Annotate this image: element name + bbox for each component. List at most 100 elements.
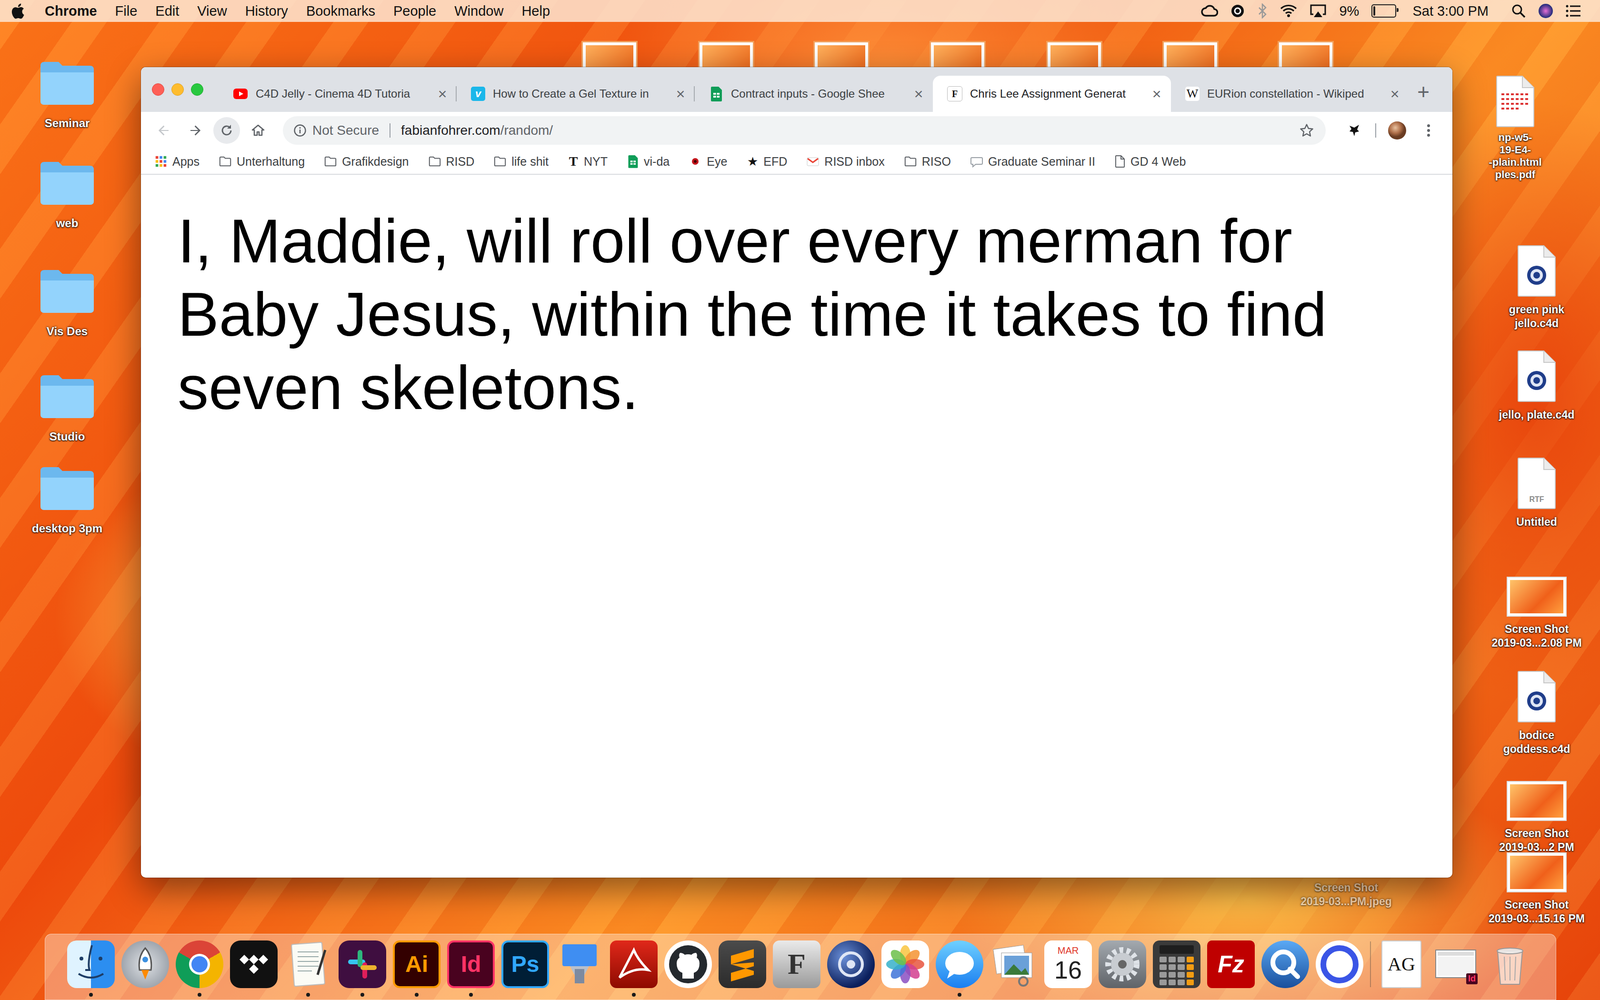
profile-button[interactable] [1383, 117, 1411, 144]
folder-label[interactable]: Studio [49, 429, 86, 444]
dock-item[interactable] [827, 940, 875, 989]
browser-tab[interactable]: FChris Lee Assignment Generat× [932, 75, 1171, 112]
dock-item[interactable] [230, 940, 278, 989]
menu-item[interactable]: Help [521, 3, 550, 20]
calculator-icon[interactable] [1152, 940, 1201, 989]
chrome-icon[interactable] [175, 940, 224, 989]
textedit-icon[interactable] [284, 940, 332, 989]
fontbook-icon[interactable]: AG [1381, 940, 1422, 989]
chrome-menu-button[interactable] [1415, 117, 1442, 144]
menu-item[interactable]: People [393, 3, 437, 20]
folder-label[interactable]: Seminar [44, 116, 90, 130]
tidal-icon[interactable] [230, 940, 278, 989]
dock-item[interactable]: MAR16 [1044, 940, 1092, 989]
tab-close-button[interactable]: × [672, 86, 689, 102]
fontlab-icon[interactable]: F [772, 940, 821, 989]
dock-item[interactable]: F [772, 940, 821, 989]
screenshot-stack-icon[interactable]: Id [1431, 940, 1480, 989]
bookmark[interactable]: life shit [493, 154, 549, 169]
desktop-file[interactable]: jello, plate.c4d [1479, 350, 1594, 422]
dock-item[interactable] [284, 940, 332, 989]
desktop-file[interactable]: green pinkjello.c4d [1479, 244, 1594, 331]
bookmark[interactable]: Unterhaltung [218, 154, 305, 169]
trash-icon[interactable] [1486, 940, 1534, 989]
messages-icon[interactable] [935, 940, 984, 989]
system-preferences-icon[interactable] [1098, 940, 1147, 989]
bookmark[interactable]: GD 4 Web [1114, 154, 1186, 169]
app-menu[interactable]: Chrome [44, 3, 98, 20]
photos-icon[interactable] [881, 940, 930, 989]
bookmark[interactable]: ★EFD [746, 154, 788, 170]
dock-item[interactable] [718, 940, 767, 989]
dock-item[interactable]: Id [1431, 940, 1480, 989]
dock-item[interactable] [555, 940, 604, 989]
keynote-icon[interactable] [555, 940, 604, 989]
dragged-file[interactable]: Screen Shot2019-03...PM.jpeg [1289, 880, 1404, 909]
dock-item[interactable]: Ai [392, 940, 441, 989]
desktop-folder[interactable]: Seminar [10, 59, 125, 130]
bookmark[interactable]: RISD inbox [806, 154, 885, 169]
bookmark[interactable]: TNYT [567, 153, 608, 170]
github-icon[interactable] [664, 940, 712, 989]
forward-button[interactable] [181, 117, 209, 144]
desktop-file[interactable]: np-w5-19-E4--plain.htmlples.pdf [1458, 75, 1573, 181]
tab-close-button[interactable]: × [434, 86, 450, 102]
dock-item[interactable]: Fz [1207, 940, 1255, 989]
finder-icon[interactable] [67, 940, 115, 989]
desktop-folder[interactable]: Studio [10, 372, 125, 444]
folder-label[interactable]: desktop 3pm [31, 521, 103, 536]
desktop-file[interactable]: bodicegoddess.c4d [1479, 670, 1594, 757]
menu-item[interactable]: History [245, 3, 289, 20]
dock-item[interactable] [610, 940, 658, 989]
sublime-icon[interactable] [718, 940, 767, 989]
dock-item[interactable] [935, 940, 984, 989]
minimize-window-button[interactable] [171, 83, 184, 96]
maximize-window-button[interactable] [190, 83, 204, 96]
address-bar[interactable]: Not Securefabianfohrer.com/random/ [282, 116, 1326, 145]
dock-item[interactable]: Id [447, 940, 495, 989]
dock-item[interactable] [664, 940, 712, 989]
dock-item[interactable]: Ps [501, 940, 550, 989]
bookmark[interactable]: Eye [688, 154, 728, 169]
dock-item[interactable] [338, 940, 387, 989]
photoshop-icon[interactable]: Ps [501, 940, 550, 989]
browser-tab[interactable]: vHow to Create a Gel Texture in× [456, 75, 695, 112]
dock-item[interactable] [175, 940, 224, 989]
extension-button[interactable] [1340, 117, 1368, 144]
desktop-file[interactable]: RTFUntitled [1479, 457, 1594, 530]
dock-item[interactable] [990, 940, 1038, 989]
tab-close-button[interactable]: × [910, 86, 927, 102]
bookmark[interactable]: RISO [903, 154, 951, 169]
new-tab-button[interactable]: + [1409, 80, 1438, 104]
dock-item[interactable] [1315, 940, 1364, 989]
cinema4d-icon[interactable] [827, 940, 875, 989]
browser-window[interactable]: C4D Jelly - Cinema 4D Tutoria×vHow to Cr… [140, 67, 1453, 878]
indesign-icon[interactable]: Id [447, 940, 495, 989]
dock-item[interactable] [1261, 940, 1310, 989]
acrobat-icon[interactable] [610, 940, 658, 989]
calendar-icon[interactable]: MAR16 [1044, 940, 1092, 989]
illustrator-icon[interactable]: Ai [392, 940, 441, 989]
desktop-folder[interactable]: web [10, 159, 125, 230]
dock-item[interactable]: AG [1377, 940, 1426, 989]
slack-icon[interactable] [338, 940, 387, 989]
dock-item[interactable] [1486, 940, 1534, 989]
desktop-file[interactable]: Screen Shot2019-03...2.08 PM [1479, 576, 1594, 650]
desktop-folder[interactable]: desktop 3pm [10, 464, 125, 536]
dock-item[interactable] [1152, 940, 1201, 989]
browser-tab[interactable]: WEURion constellation - Wikiped× [1170, 75, 1410, 112]
bookmark[interactable]: Apps [154, 154, 200, 169]
tab-close-button[interactable]: × [1387, 86, 1403, 102]
bookmark[interactable]: Grafikdesign [323, 154, 409, 169]
close-window-button[interactable] [151, 83, 165, 96]
desktop-file[interactable]: Screen Shot2019-03...2 PM [1479, 780, 1594, 855]
bookmark[interactable]: Graduate Seminar II [970, 154, 1096, 169]
launchpad-icon[interactable] [121, 940, 170, 989]
ring-icon[interactable] [1315, 940, 1364, 989]
filezilla-icon[interactable]: Fz [1207, 940, 1255, 989]
dock-item[interactable] [1098, 940, 1147, 989]
menu-item[interactable]: Bookmarks [306, 3, 376, 20]
menu-item[interactable]: Window [454, 3, 504, 20]
browser-tab[interactable]: C4D Jelly - Cinema 4D Tutoria× [218, 75, 457, 112]
preview-icon[interactable] [990, 940, 1038, 989]
